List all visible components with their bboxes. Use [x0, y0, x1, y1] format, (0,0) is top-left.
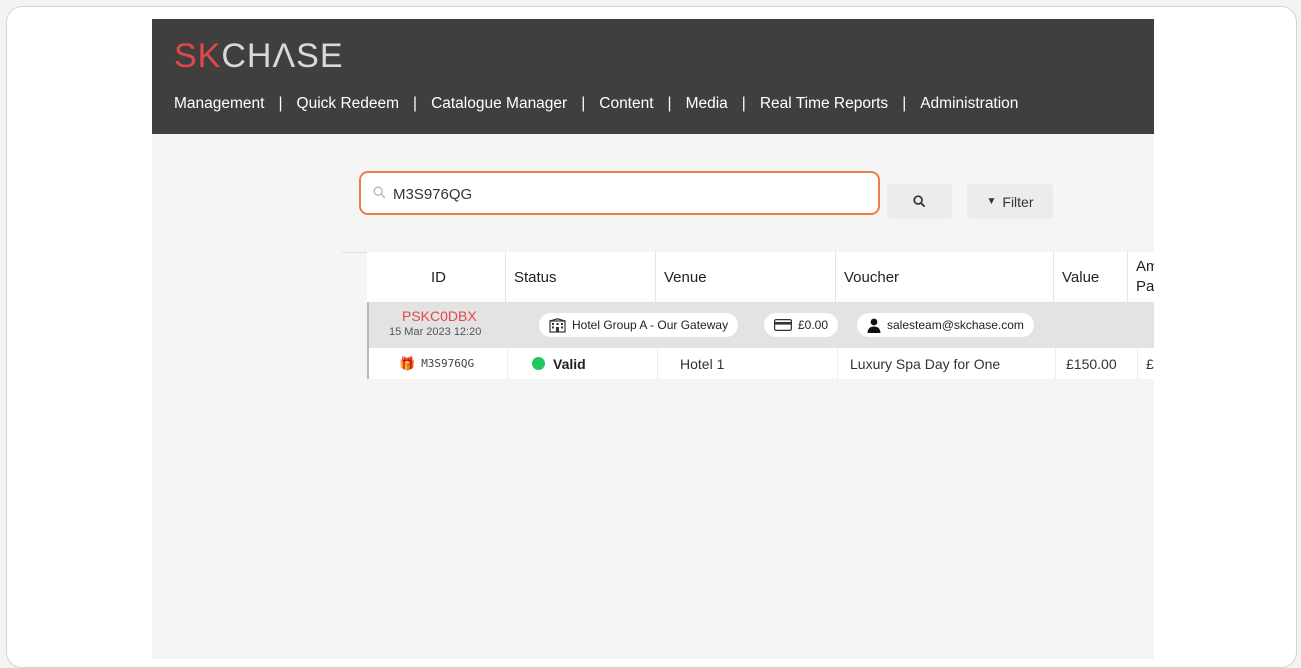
voucher-cell: Luxury Spa Day for One: [837, 348, 1055, 379]
column-header-voucher[interactable]: Voucher: [835, 252, 1053, 302]
search-icon: [373, 186, 386, 199]
table-header: ID Status Venue Voucher Value Am Pai: [367, 252, 1154, 302]
amount-pill: £0.00: [764, 313, 839, 337]
nav-quick-redeem[interactable]: Quick Redeem: [297, 95, 400, 113]
nav-separator: |: [902, 95, 907, 112]
credit-card-icon: [774, 319, 792, 331]
nav-administration[interactable]: Administration: [920, 95, 1018, 113]
hotel-building-icon: [549, 317, 566, 333]
search-button[interactable]: [887, 184, 952, 219]
search-box[interactable]: [359, 171, 880, 215]
column-header-amount-line2: Pai: [1136, 278, 1154, 295]
gift-icon: 🎁: [399, 355, 416, 371]
email-pill-label: salesteam@skchase.com: [887, 318, 1024, 332]
nav-separator: |: [278, 95, 283, 112]
nav-separator: |: [581, 95, 586, 112]
status-cell: Valid: [507, 348, 657, 379]
venue-pill: Hotel Group A - Our Gateway: [539, 313, 739, 337]
filter-label: Filter: [1002, 193, 1034, 210]
nav-content[interactable]: Content: [599, 95, 653, 113]
nav-separator: |: [667, 95, 672, 112]
table-row[interactable]: 🎁 M3S976QG Valid Hotel 1 Luxury Spa Day …: [367, 348, 1154, 379]
order-group-row[interactable]: PSKC0DBX 15 Mar 2023 12:20 Hotel Group A…: [367, 302, 1154, 348]
search-input[interactable]: [391, 181, 855, 207]
skchase-logo[interactable]: SKCHΛSE: [174, 37, 344, 76]
column-header-value[interactable]: Value: [1053, 252, 1117, 302]
filter-triangle-icon: ▼: [986, 196, 997, 207]
venue-pill-label: Hotel Group A - Our Gateway: [572, 318, 729, 332]
email-pill: salesteam@skchase.com: [857, 313, 1034, 337]
nav-catalogue-manager[interactable]: Catalogue Manager: [431, 95, 567, 113]
search-icon: [913, 195, 926, 208]
nav-separator: |: [413, 95, 418, 112]
column-header-venue[interactable]: Venue: [655, 252, 835, 302]
nav-management[interactable]: Management: [174, 95, 264, 113]
nav-real-time-reports[interactable]: Real Time Reports: [760, 95, 888, 113]
column-header-status[interactable]: Status: [505, 252, 655, 302]
browser-frame: SKCHΛSE Management | Quick Redeem | Cata…: [6, 6, 1297, 668]
value-cell: £150.00: [1055, 348, 1119, 379]
top-header: SKCHΛSE Management | Quick Redeem | Cata…: [152, 19, 1154, 134]
nav-media[interactable]: Media: [686, 95, 728, 113]
amount-pill-label: £0.00: [798, 318, 829, 332]
status-text: Valid: [553, 355, 586, 372]
app-window: SKCHΛSE Management | Quick Redeem | Cata…: [152, 19, 1154, 659]
order-id-link[interactable]: PSKC0DBX: [402, 308, 477, 324]
divider: [342, 252, 367, 253]
user-icon: [867, 318, 881, 333]
column-header-id[interactable]: ID: [431, 252, 446, 302]
paid-cell: £0: [1137, 348, 1154, 379]
order-date: 15 Mar 2023 12:20: [389, 326, 482, 338]
venue-cell: Hotel 1: [657, 348, 837, 379]
nav-separator: |: [741, 95, 746, 112]
column-header-amount-line1: Am: [1136, 258, 1154, 275]
results-table: ID Status Venue Voucher Value Am Pai PSK…: [367, 252, 1154, 382]
voucher-code: M3S976QG: [421, 357, 475, 370]
column-header-amount-paid[interactable]: Am Pai: [1127, 252, 1154, 302]
voucher-code-cell: 🎁 M3S976QG: [399, 348, 507, 379]
main-nav: Management | Quick Redeem | Catalogue Ma…: [174, 95, 1018, 113]
status-valid-dot-icon: [532, 357, 545, 370]
filter-button[interactable]: ▼ Filter: [967, 184, 1053, 219]
